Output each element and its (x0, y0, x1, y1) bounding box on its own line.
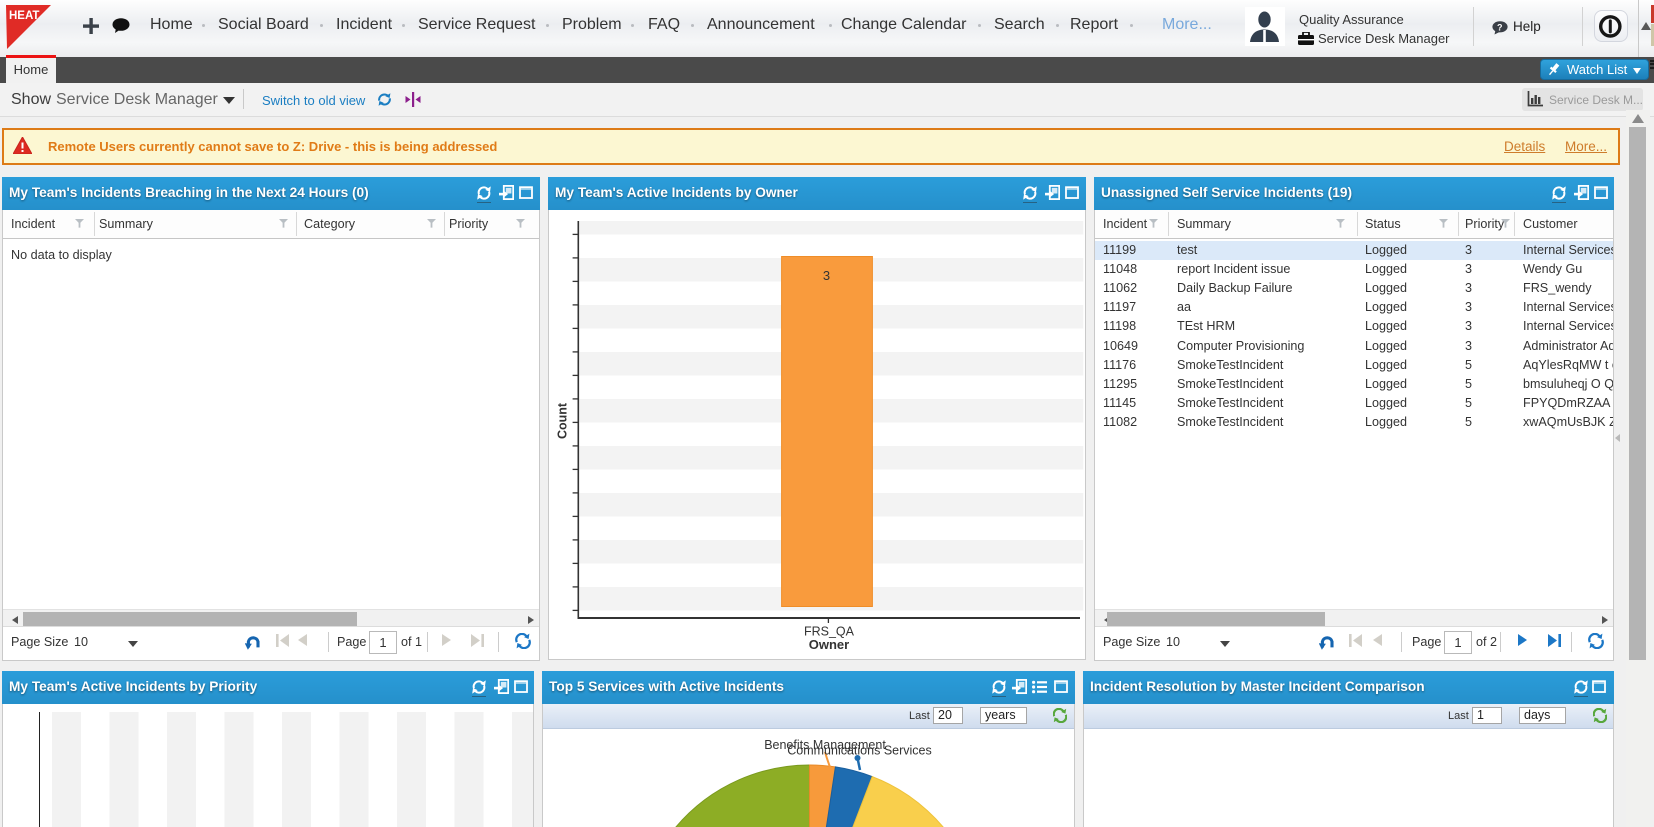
svg-text:Owner: Owner (809, 637, 849, 652)
svg-text:HEAT: HEAT (9, 10, 39, 22)
svg-text:3: 3 (823, 268, 830, 283)
svg-text:Count: Count (556, 402, 570, 439)
svg-text:?: ? (1497, 23, 1503, 33)
svg-text:Communications Services: Communications Services (787, 744, 932, 758)
